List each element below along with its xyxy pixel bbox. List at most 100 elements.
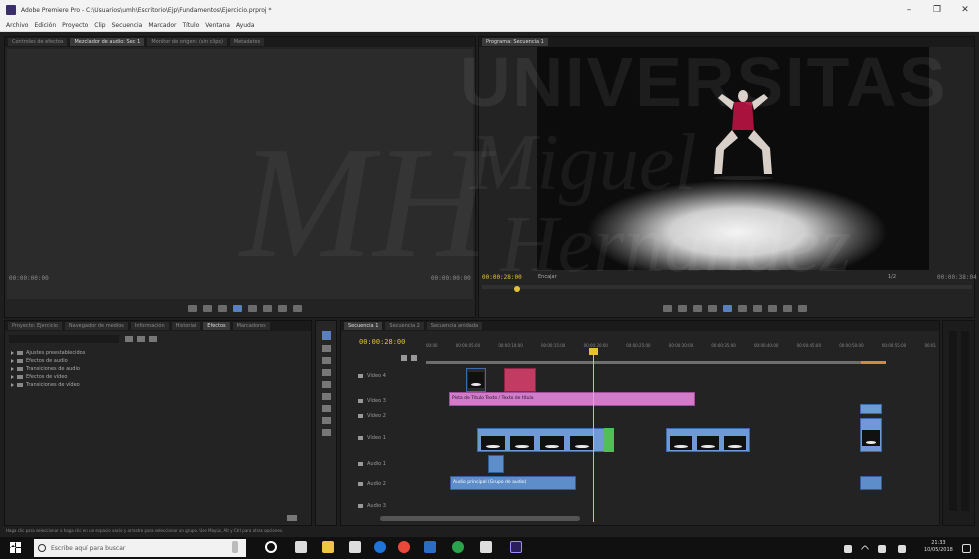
notifications-icon[interactable] [962,544,971,553]
extract-icon[interactable] [783,305,792,312]
mark-out-icon[interactable] [678,305,687,312]
speaker-icon[interactable] [358,482,363,486]
source-timecode-left[interactable]: 00:00:00:00 [9,275,49,282]
play-icon[interactable] [233,305,242,312]
clip-a1-small[interactable] [488,455,504,473]
tray-network-icon[interactable] [878,545,886,553]
snap-icon[interactable] [401,355,407,361]
clip-v4-b[interactable] [504,368,536,392]
bin-audio-transitions[interactable]: Transiciones de audio [11,365,85,373]
minimize-button[interactable]: – [895,5,923,15]
lift-icon[interactable] [768,305,777,312]
store-icon[interactable] [349,541,361,553]
eye-icon[interactable] [358,374,363,378]
hand-tool-icon[interactable] [322,417,331,424]
32bit-effects-icon[interactable] [137,336,145,342]
add-marker-icon[interactable] [411,355,417,361]
step-forward-icon[interactable] [248,305,257,312]
overwrite-icon[interactable] [278,305,287,312]
tab-audio-mixer[interactable]: Mezclador de audio: Sec 1 [70,38,145,46]
effects-search-field[interactable] [9,335,119,343]
mark-in-icon[interactable] [188,305,197,312]
work-area-bar[interactable] [426,361,886,364]
mark-out-icon[interactable] [203,305,212,312]
go-to-in-icon[interactable] [693,305,702,312]
resolution-dropdown[interactable]: 1/2 [888,274,896,280]
slip-tool-icon[interactable] [322,393,331,400]
eye-icon[interactable] [358,436,363,440]
ripple-edit-tool-icon[interactable] [322,357,331,364]
taskbar-clock[interactable]: 21:33 10/05/2018 [924,540,953,554]
app-icon[interactable] [480,541,492,553]
accelerated-effects-icon[interactable] [125,336,133,342]
app-icon[interactable] [424,541,436,553]
tab-info[interactable]: Información [130,322,169,330]
tab-history[interactable]: Historial [171,322,201,330]
maximize-button[interactable]: ❐ [923,5,951,15]
tray-people-icon[interactable] [844,545,852,553]
app-icon[interactable] [452,541,464,553]
menu-archivo[interactable]: Archivo [6,22,28,29]
zoom-tool-icon[interactable] [322,429,331,436]
tab-markers[interactable]: Marcadores [232,322,270,330]
work-area-bar-end[interactable] [861,361,886,364]
cortana-icon[interactable] [265,541,277,553]
go-to-out-icon[interactable] [753,305,762,312]
close-button[interactable]: ✕ [951,5,979,15]
task-view-icon[interactable] [295,541,307,553]
timeline-playhead[interactable] [593,348,594,522]
program-timecode-right[interactable]: 00:00:38:04 [937,274,977,281]
step-back-icon[interactable] [218,305,227,312]
premiere-taskbar-icon[interactable] [510,541,522,553]
menu-ayuda[interactable]: Ayuda [236,22,255,29]
file-explorer-icon[interactable] [322,541,334,553]
export-frame-icon[interactable] [293,305,302,312]
timeline-scrollbar[interactable] [380,516,580,521]
step-back-icon[interactable] [708,305,717,312]
selection-tool-icon[interactable] [322,331,331,340]
menu-edicion[interactable]: Edición [34,22,56,29]
bin-audio-effects[interactable]: Efectos de audio [11,357,85,365]
new-item-icon[interactable] [287,515,297,521]
menu-ventana[interactable]: Ventana [205,22,230,29]
microphone-icon[interactable] [232,541,238,553]
bin-video-transitions[interactable]: Transiciones de vídeo [11,381,85,389]
play-icon[interactable] [723,305,732,312]
razor-tool-icon[interactable] [322,381,331,388]
menu-proyecto[interactable]: Proyecto [62,22,88,29]
tab-sequence-2[interactable]: Secuencia 2 [385,322,424,330]
expand-icon[interactable] [11,359,14,363]
clip-transition[interactable] [604,428,614,452]
export-frame-icon[interactable] [798,305,807,312]
mark-in-icon[interactable] [663,305,672,312]
eye-icon[interactable] [358,414,363,418]
insert-icon[interactable] [263,305,272,312]
tab-nested-sequence[interactable]: Secuencia anidada [426,322,483,330]
menu-marcador[interactable]: Marcador [148,22,176,29]
bin-presets[interactable]: Ajustes preestablecidos [11,349,85,357]
timeline-playhead-handle[interactable] [589,348,598,355]
tab-project[interactable]: Proyecto: Ejercicio [8,322,62,330]
pen-tool-icon[interactable] [322,405,331,412]
tab-effects[interactable]: Efectos [203,322,230,330]
clip-a2-end[interactable] [860,476,882,490]
tab-source-monitor[interactable]: Monitor de origen: (sin clips) [147,38,227,46]
yuv-effects-icon[interactable] [149,336,157,342]
track-select-tool-icon[interactable] [322,345,331,352]
rolling-edit-tool-icon[interactable] [322,369,331,376]
tab-metadata[interactable]: Metadatos [229,38,265,46]
tab-sequence-1[interactable]: Secuencia 1 [344,322,383,330]
eye-icon[interactable] [358,399,363,403]
step-forward-icon[interactable] [738,305,747,312]
tray-volume-icon[interactable] [898,545,906,553]
clip-title[interactable]: Pista de Título Texto / Texto de título [449,392,695,406]
expand-icon[interactable] [11,383,14,387]
timeline-ruler[interactable]: 00:00 00:00:05:00 00:00:10:00 00:00:15:0… [426,343,936,353]
expand-icon[interactable] [11,375,14,379]
chrome-icon[interactable] [398,541,410,553]
bin-video-effects[interactable]: Efectos de vídeo [11,373,85,381]
taskbar-search-box[interactable]: Escribe aquí para buscar [34,539,246,557]
timeline-timecode[interactable]: 00:00:28:00 [359,338,405,346]
speaker-icon[interactable] [358,504,363,508]
edge-browser-icon[interactable] [374,541,386,553]
